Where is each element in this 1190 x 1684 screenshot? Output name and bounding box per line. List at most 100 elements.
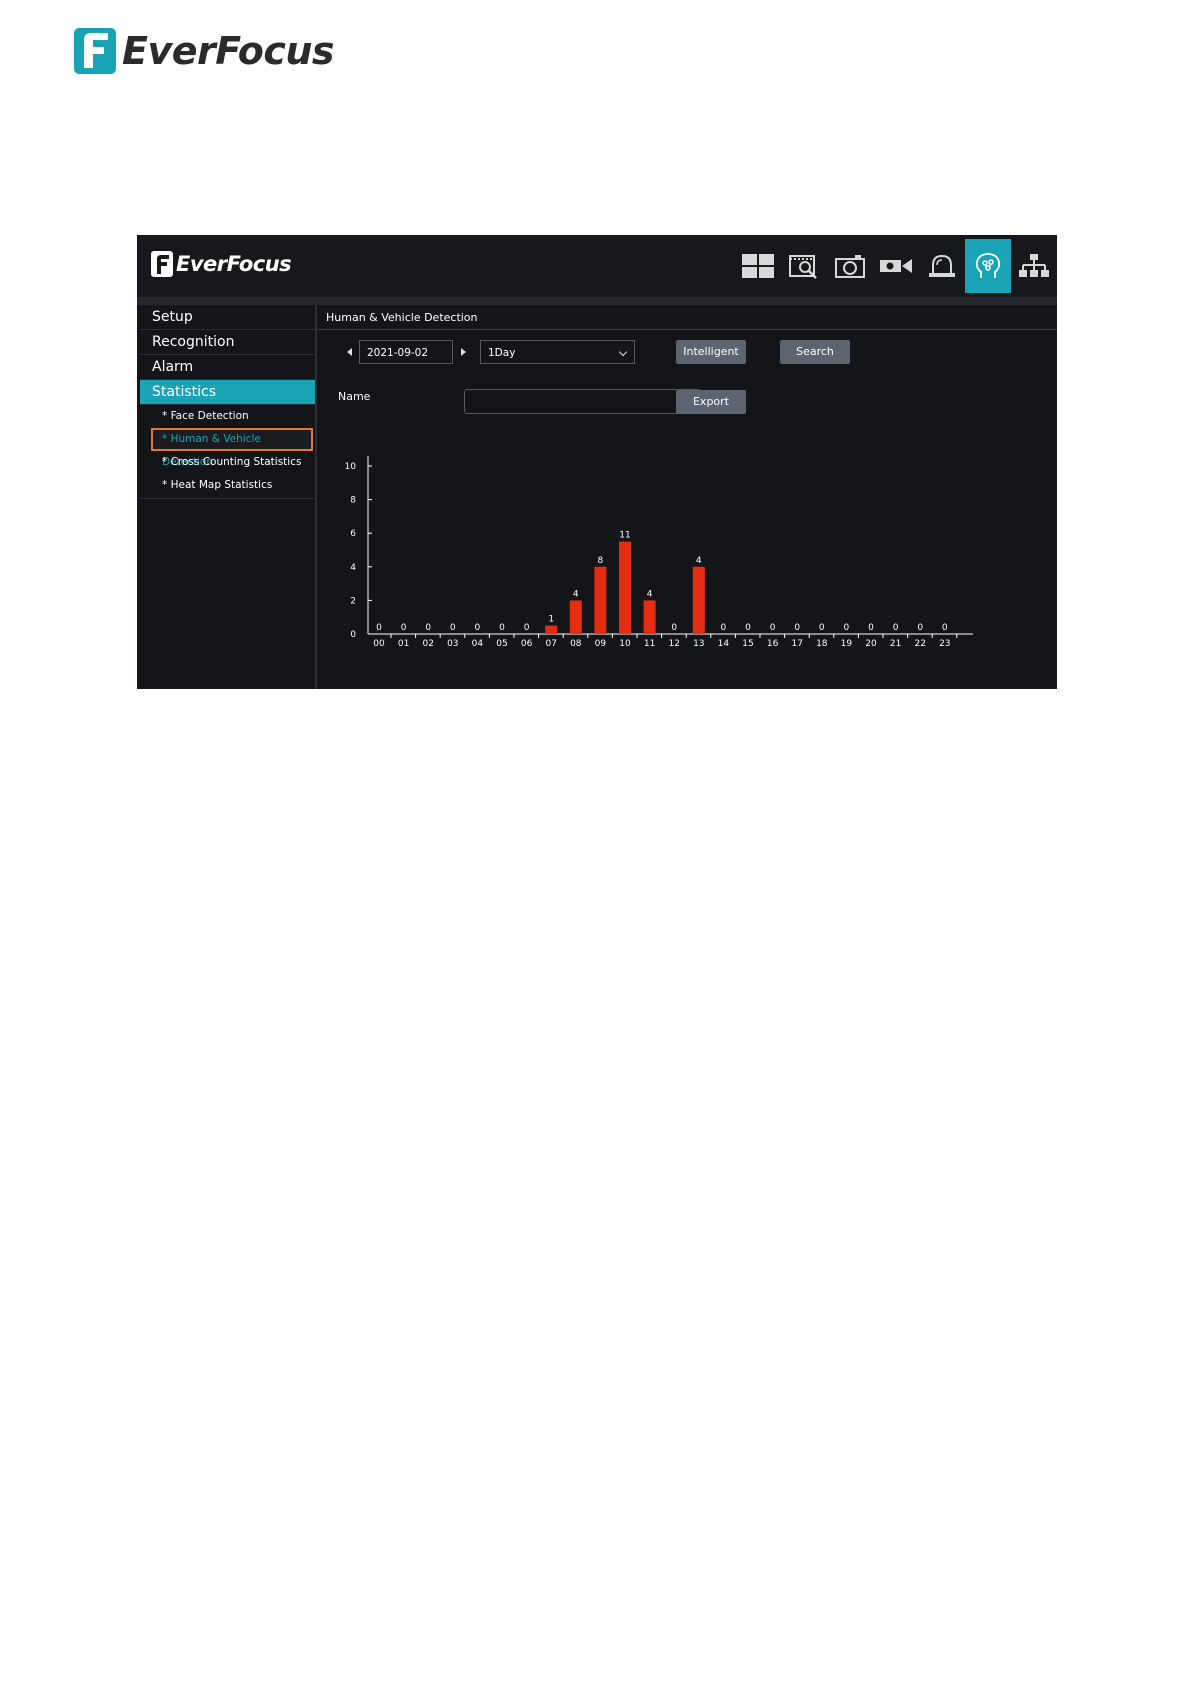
sidebar-item-statistics[interactable]: Statistics <box>140 380 315 405</box>
data-label-11: 4 <box>647 589 653 599</box>
export-button[interactable]: Export <box>676 390 746 414</box>
y-tick-label: 0 <box>350 630 356 640</box>
bar-08 <box>569 600 582 634</box>
breadcrumb: Human & Vehicle Detection <box>326 311 478 324</box>
intelligent-button[interactable]: Intelligent <box>676 340 746 364</box>
data-label-19: 0 <box>844 623 850 633</box>
x-tick-label-22: 22 <box>914 639 925 649</box>
intelligent-head-icon <box>975 253 1001 278</box>
breadcrumb-divider <box>317 329 1057 330</box>
data-label-08: 4 <box>573 589 579 599</box>
search-button[interactable]: Search <box>780 340 850 364</box>
data-label-04: 0 <box>475 623 481 633</box>
data-label-20: 0 <box>868 623 874 633</box>
data-label-10: 11 <box>619 531 630 541</box>
data-label-23: 0 <box>942 623 948 633</box>
submenu-human-vehicle-detection[interactable]: * Human & Vehicle Detection <box>151 428 313 468</box>
intelligent-button[interactable] <box>965 239 1011 293</box>
data-label-05: 0 <box>499 623 505 633</box>
previous-date-icon[interactable] <box>347 348 352 356</box>
data-label-17: 0 <box>794 623 800 633</box>
data-label-16: 0 <box>770 623 776 633</box>
snapshot-camera-icon <box>835 255 865 278</box>
everfocus-logo-mark-icon <box>151 251 173 277</box>
x-tick-label-18: 18 <box>816 639 828 649</box>
x-tick-label-02: 02 <box>422 639 433 649</box>
nvr-app-window: EverFocus Setup Recognition Alarm Statis… <box>137 235 1057 689</box>
x-tick-label-04: 04 <box>472 639 484 649</box>
video-camera-button[interactable] <box>873 239 919 293</box>
data-label-02: 0 <box>425 623 431 633</box>
app-brand-name: EverFocus <box>176 252 292 276</box>
playback-search-icon <box>789 255 817 279</box>
submenu-face-detection[interactable]: * Face Detection <box>140 405 315 428</box>
statistics-submenu: * Face Detection * Human & Vehicle Detec… <box>140 405 315 499</box>
x-tick-label-03: 03 <box>447 639 458 649</box>
layout-grid-icon <box>742 254 774 278</box>
app-logo: EverFocus <box>151 249 292 279</box>
x-tick-label-16: 16 <box>767 639 779 649</box>
x-tick-label-21: 21 <box>890 639 901 649</box>
data-label-03: 0 <box>450 623 456 633</box>
data-label-06: 0 <box>524 623 530 633</box>
top-nav <box>735 239 1057 293</box>
period-select[interactable]: 1Day <box>480 340 635 364</box>
data-label-07: 1 <box>548 615 554 625</box>
bar-10 <box>619 541 631 634</box>
name-field[interactable] <box>464 389 701 414</box>
y-tick-label: 8 <box>350 496 356 506</box>
bar-09 <box>594 566 607 634</box>
data-label-09: 8 <box>598 556 604 566</box>
detection-bar-chart: 0246810000001002003004005006107408809111… <box>345 456 973 649</box>
submenu-heat-map-statistics[interactable]: * Heat Map Statistics <box>140 474 315 497</box>
bar-11 <box>643 600 656 634</box>
top-separator <box>137 297 1057 305</box>
sidebar: Setup Recognition Alarm Statistics * Fac… <box>140 305 317 689</box>
bar-07 <box>545 625 558 634</box>
main-panel: Human & Vehicle Detection 2021-09-02 1Da… <box>317 305 1057 689</box>
snapshot-button[interactable] <box>827 239 873 293</box>
playback-search-button[interactable] <box>781 239 827 293</box>
x-tick-label-07: 07 <box>545 639 556 649</box>
data-label-14: 0 <box>721 623 727 633</box>
period-select-value: 1Day <box>488 347 516 359</box>
layout-grid-button[interactable] <box>735 239 781 293</box>
x-tick-label-12: 12 <box>668 639 679 649</box>
page-logo: EverFocus <box>74 27 335 75</box>
data-label-18: 0 <box>819 623 825 633</box>
x-tick-label-13: 13 <box>693 639 704 649</box>
x-tick-label-20: 20 <box>865 639 877 649</box>
data-label-15: 0 <box>745 623 751 633</box>
data-label-22: 0 <box>917 623 923 633</box>
sidebar-item-setup[interactable]: Setup <box>140 305 315 330</box>
x-tick-label-23: 23 <box>939 639 950 649</box>
network-button[interactable] <box>1011 239 1057 293</box>
y-tick-label: 10 <box>345 462 357 472</box>
x-tick-label-01: 01 <box>398 639 409 649</box>
data-label-13: 4 <box>696 556 702 566</box>
x-tick-label-14: 14 <box>718 639 730 649</box>
brand-name: EverFocus <box>122 29 335 73</box>
chevron-down-icon <box>618 347 628 357</box>
x-tick-label-06: 06 <box>521 639 533 649</box>
sidebar-item-recognition[interactable]: Recognition <box>140 330 315 355</box>
video-camera-icon <box>880 259 912 273</box>
x-tick-label-11: 11 <box>644 639 655 649</box>
x-tick-label-00: 00 <box>373 639 385 649</box>
alarm-button[interactable] <box>919 239 965 293</box>
x-tick-label-19: 19 <box>841 639 853 649</box>
y-tick-label: 2 <box>350 596 356 606</box>
date-field[interactable]: 2021-09-02 <box>359 340 453 364</box>
x-tick-label-09: 09 <box>595 639 607 649</box>
sidebar-item-alarm[interactable]: Alarm <box>140 355 315 380</box>
x-tick-label-15: 15 <box>742 639 753 649</box>
x-tick-label-17: 17 <box>791 639 802 649</box>
submenu-cross-counting-statistics[interactable]: * Cross Counting Statistics <box>140 451 315 474</box>
network-icon <box>1019 254 1049 277</box>
next-date-icon[interactable] <box>461 348 466 356</box>
y-tick-label: 4 <box>350 563 356 573</box>
everfocus-logo-mark-icon <box>74 28 116 74</box>
data-label-21: 0 <box>893 623 899 633</box>
x-tick-label-08: 08 <box>570 639 582 649</box>
top-bar: EverFocus <box>137 235 1057 297</box>
